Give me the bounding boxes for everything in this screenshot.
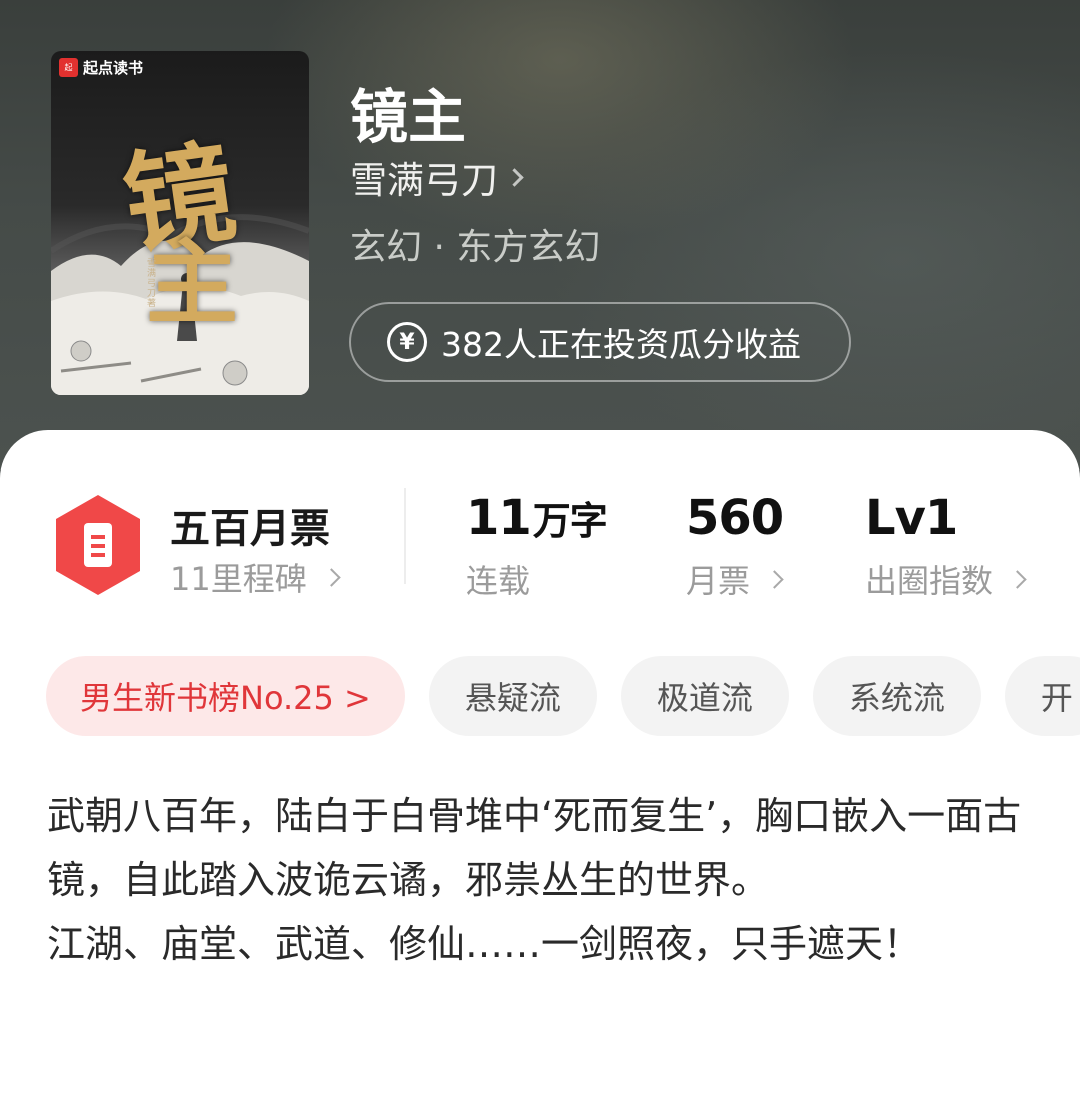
invest-label: 382人正在投资瓜分收益 xyxy=(441,325,801,364)
serial-status: 连载 xyxy=(466,556,530,602)
monthly-votes-label: 月票 xyxy=(686,562,751,600)
description-paragraph: 江湖、庙堂、武道、修仙……一剑照夜，只手遮天！ xyxy=(47,922,922,966)
circle-index-link[interactable]: 出圈指数 xyxy=(865,556,1027,602)
book-title: 镜主 xyxy=(350,83,467,151)
serial-status-label: 连载 xyxy=(466,562,531,600)
word-count: 11万字 xyxy=(466,490,608,546)
chevron-right-icon xyxy=(1008,569,1027,589)
tag-item[interactable]: 系统流 xyxy=(812,656,981,736)
chevron-right-icon xyxy=(765,569,784,589)
tag-item[interactable]: 开 xyxy=(1004,656,1080,736)
milestone-link[interactable]: 11里程碑 xyxy=(170,554,341,600)
milestone-sub: 11里程碑 xyxy=(170,560,307,598)
circle-index-value: Lv1 xyxy=(865,490,958,546)
monthly-votes-link[interactable]: 月票 xyxy=(686,556,784,602)
chevron-right-icon xyxy=(322,567,341,587)
author-name: 雪满弓刀 xyxy=(350,159,498,202)
ticket-badge-icon[interactable] xyxy=(52,493,144,597)
tag-list: 男生新书榜No.25 > 悬疑流 极道流 系统流 开 xyxy=(46,656,1080,736)
book-genre[interactable]: 玄幻 · 东方玄幻 xyxy=(350,218,600,270)
tag-item[interactable]: 极道流 xyxy=(620,656,789,736)
tag-item[interactable]: 悬疑流 xyxy=(428,656,597,736)
book-description[interactable]: 武朝八百年，陆白于白骨堆中‘死而复生’，胸口嵌入一面古镜，自此踏入波诡云谲，邪祟… xyxy=(47,784,1037,976)
book-cover[interactable]: 起 起点读书 镜 主 雪满弓刀 著 xyxy=(51,51,309,395)
yen-icon: ¥ xyxy=(387,322,427,362)
circle-index-label: 出圈指数 xyxy=(865,562,994,600)
chevron-right-icon xyxy=(505,167,524,187)
monthly-votes-value: 560 xyxy=(686,490,784,546)
qidian-logo-icon: 起 xyxy=(59,58,78,77)
invest-button[interactable]: ¥ 382人正在投资瓜分收益 xyxy=(349,302,851,382)
divider xyxy=(404,488,406,584)
word-count-value: 11 xyxy=(466,490,532,546)
cover-title-char: 主 xyxy=(146,229,239,337)
milestone-title: 五百月票 xyxy=(170,506,330,552)
cover-author: 雪满弓刀 著 xyxy=(147,259,157,309)
cover-logo: 起 起点读书 xyxy=(59,57,143,78)
description-paragraph: 武朝八百年，陆白于白骨堆中‘死而复生’，胸口嵌入一面古镜，自此踏入波诡云谲，邪祟… xyxy=(47,794,1022,902)
rank-tag[interactable]: 男生新书榜No.25 > xyxy=(46,656,405,736)
cover-logo-text: 起点读书 xyxy=(83,59,144,77)
author-link[interactable]: 雪满弓刀 xyxy=(350,150,524,204)
word-count-unit: 万字 xyxy=(532,499,608,543)
